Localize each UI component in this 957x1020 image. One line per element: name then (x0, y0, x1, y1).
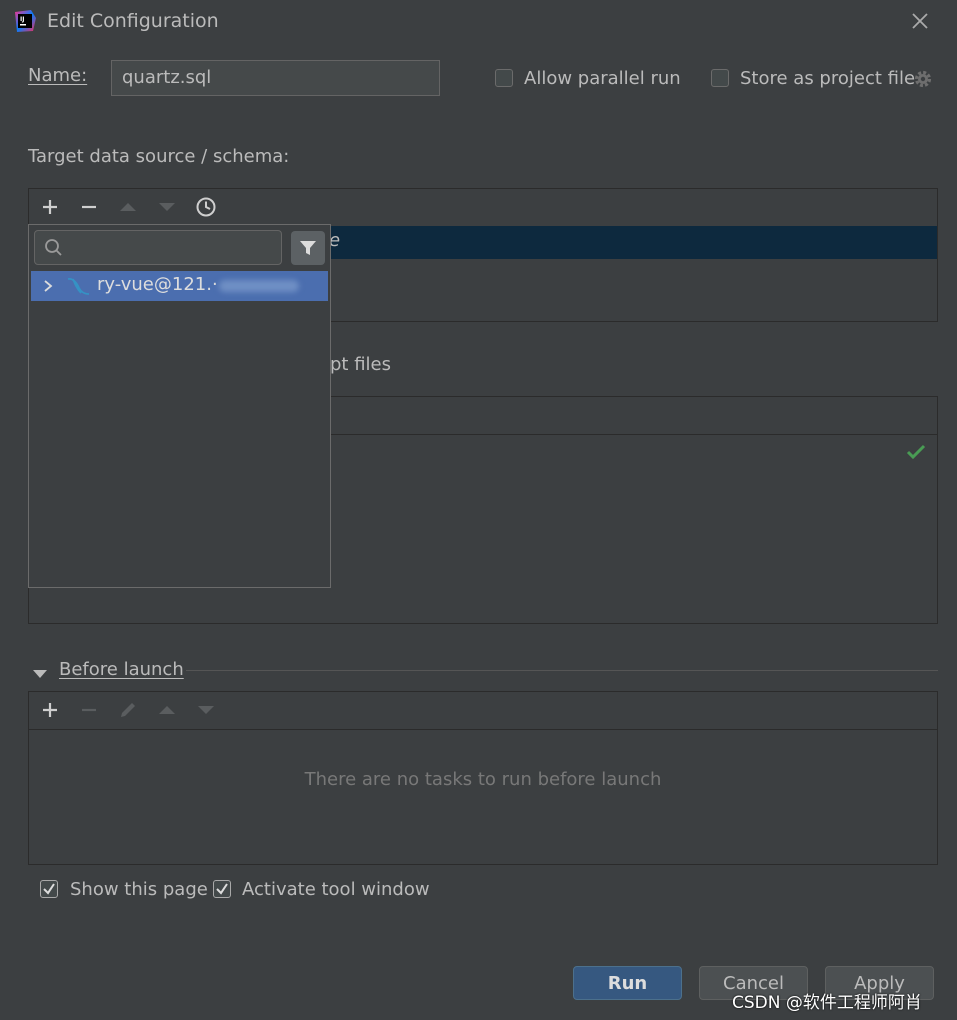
move-task-down-icon[interactable] (195, 699, 217, 721)
app-logo-icon: IJ (13, 9, 37, 33)
before-launch-label[interactable]: Before launch (59, 659, 184, 680)
edit-task-icon[interactable] (117, 699, 139, 721)
watermark: CSDN @软件工程师阿肖 (732, 993, 922, 1013)
scripts-label: pt files (330, 354, 391, 375)
blurred-text (219, 280, 299, 292)
move-down-icon[interactable] (156, 196, 178, 218)
gear-icon[interactable] (912, 68, 934, 90)
tree-item-label: ry-vue@121.· (97, 274, 218, 295)
target-label: Target data source / schema: (28, 146, 290, 167)
store-project-checkbox[interactable] (711, 69, 729, 87)
allow-parallel-label: Allow parallel run (524, 68, 681, 89)
show-page-label: Show this page (70, 879, 208, 900)
name-input[interactable]: quartz.sql (111, 60, 440, 96)
remove-icon[interactable] (78, 196, 100, 218)
target-toolbar (29, 189, 937, 227)
search-icon (44, 238, 64, 258)
datasource-popup: ry-vue@121.· (28, 224, 331, 588)
section-divider (186, 670, 938, 671)
svg-text:IJ: IJ (20, 16, 24, 23)
check-icon (906, 443, 926, 461)
before-launch-panel: There are no tasks to run before launch (28, 691, 938, 865)
name-label: Name: (28, 65, 88, 86)
remove-task-icon[interactable] (78, 699, 100, 721)
activate-tool-label: Activate tool window (242, 879, 430, 900)
chevron-right-icon[interactable] (41, 278, 55, 294)
empty-tasks-text: There are no tasks to run before launch (304, 769, 662, 790)
popup-search-field[interactable] (69, 235, 273, 261)
allow-parallel-checkbox[interactable] (495, 69, 513, 87)
before-launch-toolbar (29, 692, 937, 730)
collapse-triangle-icon[interactable] (33, 664, 47, 678)
dialog-title: Edit Configuration (47, 10, 219, 32)
filter-button[interactable] (291, 231, 325, 265)
tree-item-datasource[interactable]: ry-vue@121.· (31, 271, 328, 301)
name-input-value: quartz.sql (122, 67, 212, 88)
add-icon[interactable] (39, 196, 61, 218)
close-icon[interactable] (909, 10, 931, 32)
run-button[interactable]: Run (573, 966, 682, 1000)
show-page-checkbox[interactable] (40, 880, 58, 898)
popup-search-input[interactable] (34, 230, 282, 265)
move-up-icon[interactable] (117, 196, 139, 218)
add-task-icon[interactable] (39, 699, 61, 721)
store-project-label: Store as project file (740, 68, 916, 89)
history-icon[interactable] (195, 196, 217, 218)
move-task-up-icon[interactable] (156, 699, 178, 721)
activate-tool-checkbox[interactable] (213, 880, 231, 898)
filter-icon (300, 241, 316, 255)
mysql-icon (65, 275, 91, 297)
